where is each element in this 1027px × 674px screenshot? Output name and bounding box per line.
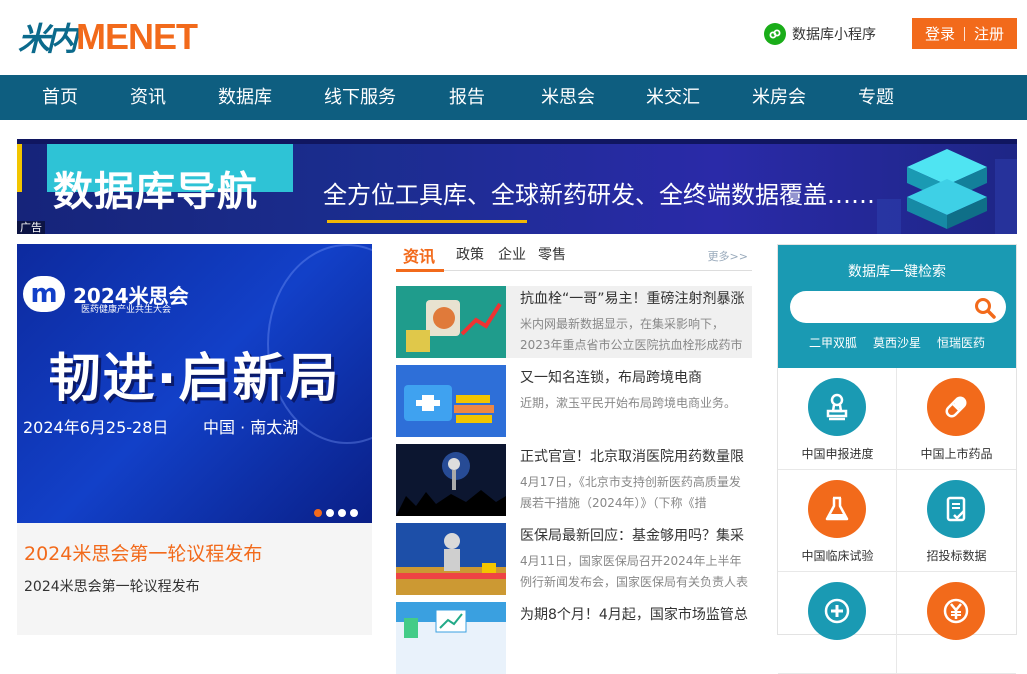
site-logo[interactable]: 米内 MENET — [18, 16, 198, 58]
banner-subtitle: 全方位工具库、全球新药研发、全终端数据覆盖…… — [323, 181, 875, 209]
search-icon[interactable] — [974, 297, 996, 319]
news-title: 医保局最新回应：基金够用吗？集采 — [520, 528, 744, 544]
nav-item-misihui[interactable]: 米思会 — [541, 75, 595, 120]
news-desc: 近期，漱玉平民开始布局跨境电商业务。 — [520, 396, 737, 410]
register-button[interactable]: 注册 — [974, 23, 1004, 44]
yuan-icon — [927, 582, 985, 640]
event-logo-icon: m — [23, 276, 65, 312]
nav-item-topics[interactable]: 专题 — [858, 75, 894, 120]
carousel-dot[interactable] — [350, 509, 358, 517]
tab-retail[interactable]: 零售 — [538, 244, 566, 264]
hot-search-tags: 二甲双胍 莫西沙星 恒瑞医药 — [778, 334, 1016, 351]
hot-tag[interactable]: 恒瑞医药 — [937, 334, 985, 351]
news-title: 又一知名连锁，布局跨境电商 — [520, 370, 702, 386]
logo-cn: 米内 — [18, 20, 78, 58]
database-search-title: 数据库一键检索 — [848, 264, 946, 280]
site-header: 米内 MENET 数据库小程序 登录 注册 — [0, 0, 1027, 75]
nav-item-news[interactable]: 资讯 — [130, 75, 166, 120]
slide-headline: 韧进·启新局 — [48, 349, 341, 409]
news-panel: 资讯 政策 企业 零售 更多>> 抗血栓“一哥”易主！重磅注射剂暴涨 米内网最新… — [396, 238, 752, 674]
carousel-slide[interactable]: m 2024米思会 医药健康产业共生大会 韧进·启新局 2024年6月25-28… — [17, 244, 372, 523]
slide-location: 中国 · 南太湖 — [203, 418, 299, 437]
db-entry-more-2[interactable] — [897, 572, 1016, 674]
news-thumbnail — [396, 444, 506, 516]
nav-item-mijiaohui[interactable]: 米交汇 — [646, 75, 700, 120]
news-title: 为期8个月！4月起，国家市场监管总 — [520, 607, 748, 623]
news-item[interactable]: 正式官宣！北京取消医院用药数量限 4月17日，《北京市支持创新医药高质量发展若干… — [396, 444, 752, 516]
flask-icon — [808, 480, 866, 538]
nav-item-reports[interactable]: 报告 — [449, 75, 485, 120]
news-item[interactable]: 为期8个月！4月起，国家市场监管总 — [396, 602, 752, 674]
news-thumbnail — [396, 602, 506, 674]
news-thumbnail — [396, 286, 506, 358]
slide-date: 2024年6月25-28日 — [23, 418, 169, 437]
db-entry-listed-drugs[interactable]: 中国上市药品 — [897, 368, 1016, 470]
plus-icon — [808, 582, 866, 640]
hot-tag[interactable]: 二甲双胍 — [809, 334, 857, 351]
data-cubes-illustration — [877, 149, 1017, 234]
mini-program-label: 数据库小程序 — [792, 27, 876, 43]
more-link[interactable]: 更多>> — [708, 248, 748, 264]
news-item[interactable]: 又一知名连锁，布局跨境电商 近期，漱玉平民开始布局跨境电商业务。 — [396, 365, 752, 437]
carousel-dot[interactable] — [338, 509, 346, 517]
logo-en: MENET — [76, 16, 198, 57]
carousel-dot[interactable] — [326, 509, 334, 517]
database-nav-banner[interactable]: 数据库导航 全方位工具库、全球新药研发、全终端数据覆盖…… 广告 — [17, 139, 1017, 234]
pill-icon — [927, 378, 985, 436]
news-desc: 4月17日，《北京市支持创新医药高质量发展若干措施（2024年）》（下称《措 — [520, 475, 741, 510]
stamp-icon — [808, 378, 866, 436]
featured-carousel: m 2024米思会 医药健康产业共生大会 韧进·启新局 2024年6月25-28… — [17, 244, 372, 635]
db-entry-label: 中国临床试验 — [801, 549, 874, 563]
db-entry-clinical-trials[interactable]: 中国临床试验 — [778, 470, 897, 572]
news-title: 正式官宣！北京取消医院用药数量限 — [520, 449, 744, 465]
news-desc: 米内网最新数据显示，在集采影响下，2023年重点省市公立医院抗血栓形成药市 — [520, 317, 743, 352]
document-icon — [927, 480, 985, 538]
wechat-mini-program-icon — [764, 23, 786, 45]
db-entry-label: 中国上市药品 — [920, 447, 993, 461]
nav-item-database[interactable]: 数据库 — [218, 75, 272, 120]
news-item[interactable]: 抗血栓“一哥”易主！重磅注射剂暴涨 米内网最新数据显示，在集采影响下，2023年… — [396, 286, 752, 358]
carousel-caption-title[interactable]: 2024米思会第一轮议程发布 — [24, 539, 262, 566]
nav-item-offline-services[interactable]: 线下服务 — [324, 75, 396, 120]
carousel-caption-desc: 2024米思会第一轮议程发布 — [24, 579, 200, 595]
db-entry-label: 中国申报进度 — [801, 447, 874, 461]
news-title: 抗血栓“一哥”易主！重磅注射剂暴涨 — [520, 291, 745, 307]
news-tabs: 资讯 政策 企业 零售 更多>> — [396, 238, 752, 272]
nav-item-home[interactable]: 首页 — [42, 75, 78, 120]
hot-tag[interactable]: 莫西沙星 — [873, 334, 921, 351]
nav-item-mifanghui[interactable]: 米房会 — [752, 75, 806, 120]
event-brand: m 2024米思会 医药健康产业共生大会 — [23, 276, 189, 315]
db-entry-bidding-data[interactable]: 招投标数据 — [897, 470, 1016, 572]
news-desc — [520, 630, 748, 674]
main-nav: 首页 资讯 数据库 线下服务 报告 米思会 米交汇 米房会 专题 — [0, 75, 1027, 120]
banner-title: 数据库导航 — [53, 169, 258, 215]
login-button[interactable]: 登录 — [925, 23, 955, 44]
tab-policy[interactable]: 政策 — [456, 244, 484, 264]
auth-divider — [964, 26, 965, 41]
news-item[interactable]: 医保局最新回应：基金够用吗？集采 4月11日，国家医保局召开2024年上半年例行… — [396, 523, 752, 595]
event-brand-sub: 医药健康产业共生大会 — [81, 305, 172, 315]
db-entry-more-1[interactable] — [778, 572, 897, 674]
tab-news[interactable]: 资讯 — [403, 243, 435, 267]
carousel-dots — [314, 509, 358, 517]
carousel-dot[interactable] — [314, 509, 322, 517]
mini-program-link[interactable]: 数据库小程序 — [764, 22, 876, 46]
tab-enterprise[interactable]: 企业 — [498, 244, 526, 264]
news-thumbnail — [396, 365, 506, 437]
database-search: 数据库一键检索 二甲双胍 莫西沙星 恒瑞医药 — [778, 245, 1016, 368]
ad-label: 广告 — [17, 221, 45, 234]
db-entry-label: 招投标数据 — [926, 549, 987, 563]
news-thumbnail — [396, 523, 506, 595]
auth-buttons: 登录 注册 — [912, 18, 1017, 49]
db-entry-registration-progress[interactable]: 中国申报进度 — [778, 368, 897, 470]
news-desc: 4月11日，国家医保局召开2024年上半年例行新闻发布会，国家医保局有关负责人表 — [520, 554, 748, 589]
database-panel: 数据库一键检索 二甲双胍 莫西沙星 恒瑞医药 中国申报进度 中国上市药品 中国临… — [777, 244, 1017, 674]
